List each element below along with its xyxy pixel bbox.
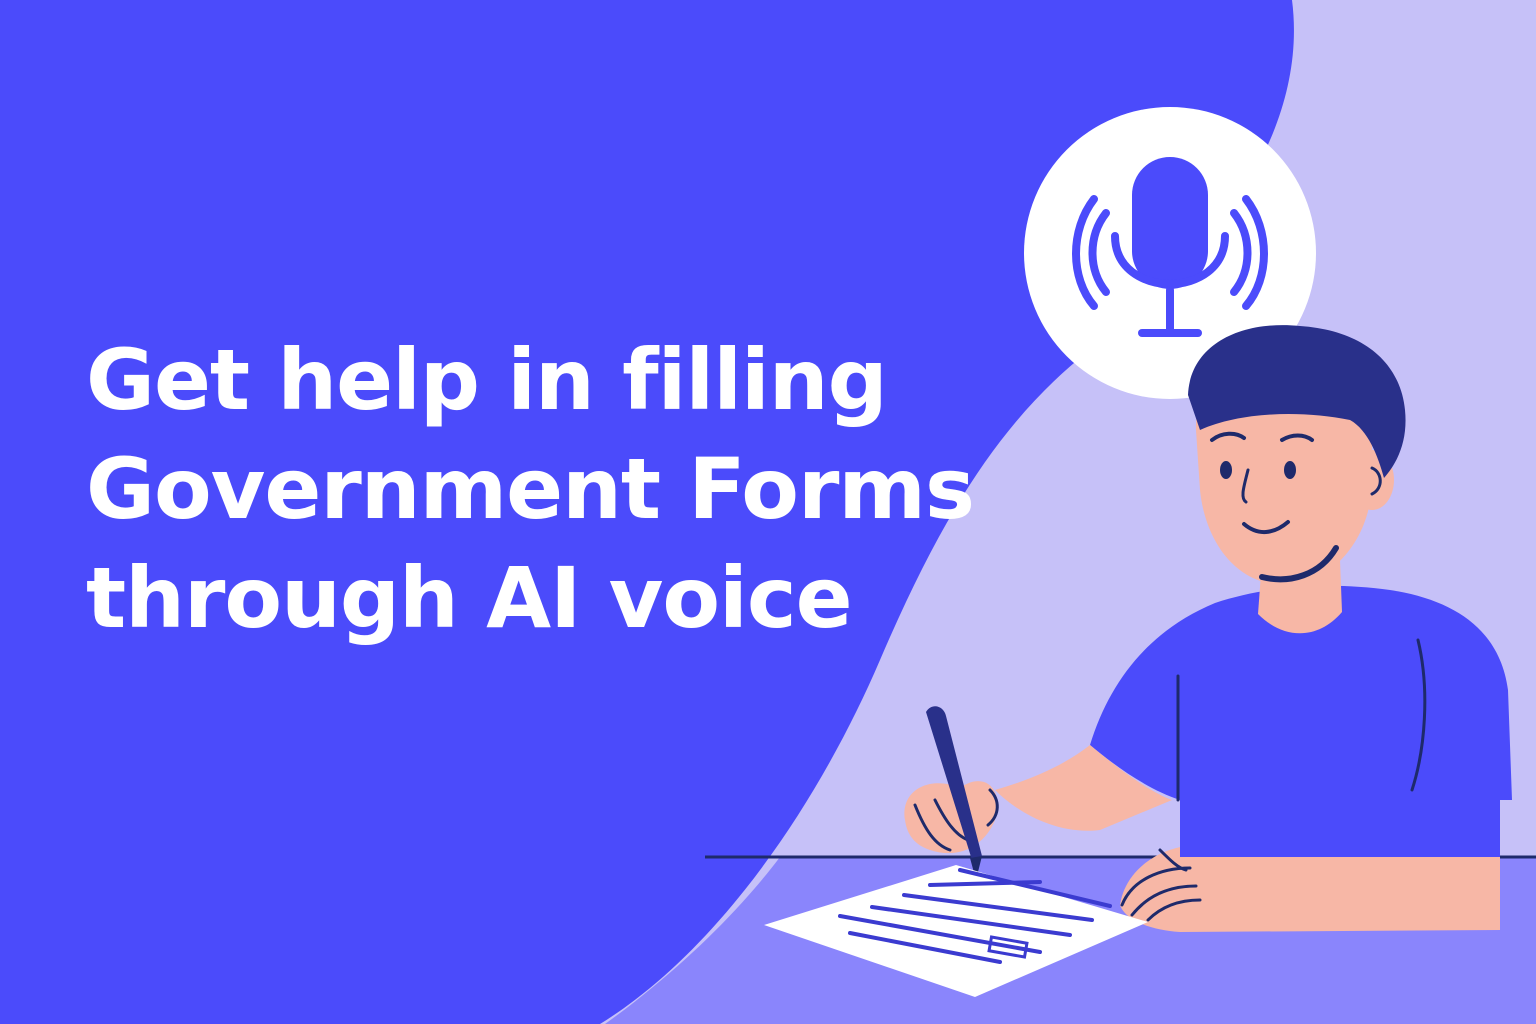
- headline-line-3: through AI voice: [86, 549, 853, 647]
- headline-line-2: Government Forms: [86, 440, 975, 538]
- headline-line-1: Get help in filling: [86, 331, 888, 429]
- banner: Get help in filling Government Forms thr…: [0, 0, 1536, 1024]
- headline: Get help in filling Government Forms thr…: [86, 326, 1046, 653]
